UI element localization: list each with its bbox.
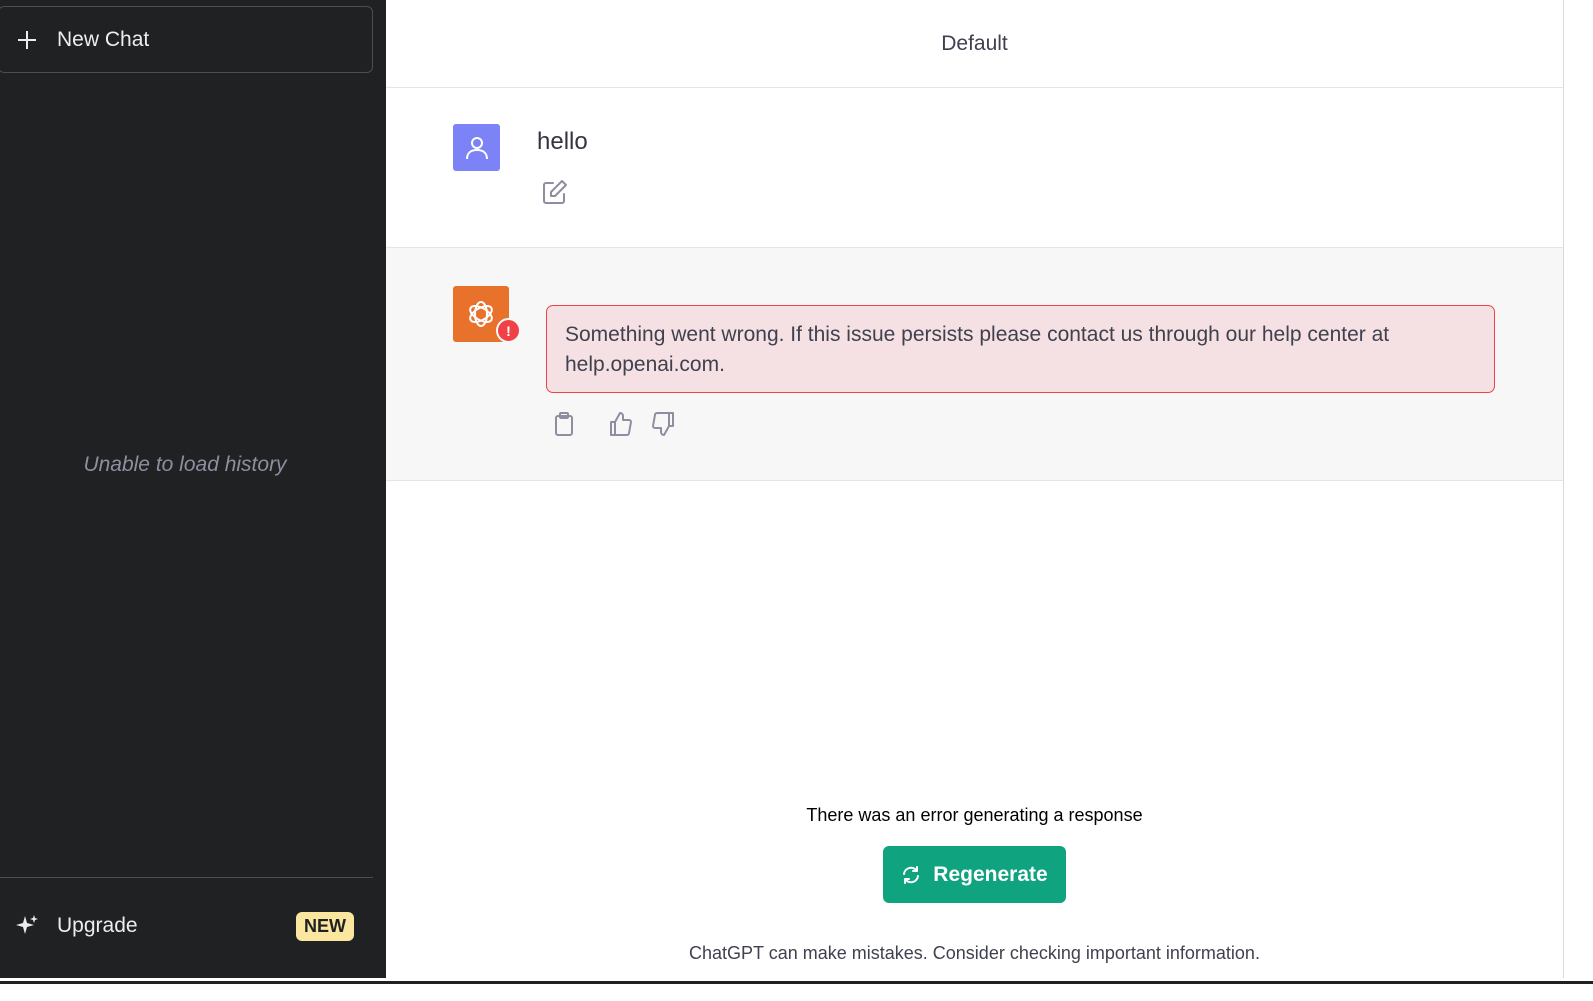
regenerate-label: Regenerate	[933, 862, 1048, 886]
error-message: Something went wrong. If this issue pers…	[546, 305, 1495, 393]
error-badge: !	[496, 318, 521, 343]
user-icon	[465, 136, 488, 159]
user-avatar	[453, 124, 500, 171]
plus-icon	[17, 30, 37, 50]
generation-error-note: There was an error generating a response	[806, 805, 1143, 825]
sidebar-divider	[0, 877, 373, 878]
regenerate-button[interactable]: Regenerate	[883, 846, 1066, 903]
upgrade-label: Upgrade	[57, 914, 138, 937]
new-chat-button[interactable]: New Chat	[0, 6, 373, 73]
chat-main: Default hello ! Something went wrong. If…	[386, 0, 1564, 978]
history-error-message: Unable to load history	[83, 453, 287, 476]
sparkle-icon	[16, 915, 38, 934]
refresh-icon	[903, 865, 920, 884]
window-bottom-border	[0, 981, 1593, 984]
user-message-row: hello	[386, 88, 1563, 248]
user-message-text: hello	[537, 128, 588, 155]
upgrade-button[interactable]: Upgrade NEW	[0, 893, 373, 959]
new-badge: NEW	[296, 911, 354, 941]
new-chat-label: New Chat	[57, 27, 150, 51]
thumbs-up-icon[interactable]	[607, 411, 633, 437]
thumbs-down-icon[interactable]	[651, 411, 677, 437]
disclaimer: ChatGPT can make mistakes. Consider chec…	[689, 943, 1260, 963]
model-header: Default	[386, 0, 1563, 88]
assistant-message-row: ! Something went wrong. If this issue pe…	[386, 248, 1563, 481]
openai-logo-icon	[469, 301, 493, 327]
model-name: Default	[941, 31, 1008, 55]
window-edge	[1564, 0, 1593, 981]
clipboard-icon[interactable]	[551, 411, 577, 437]
edit-icon[interactable]	[541, 178, 569, 206]
sidebar: New Chat Unable to load history Upgrade …	[0, 0, 386, 978]
